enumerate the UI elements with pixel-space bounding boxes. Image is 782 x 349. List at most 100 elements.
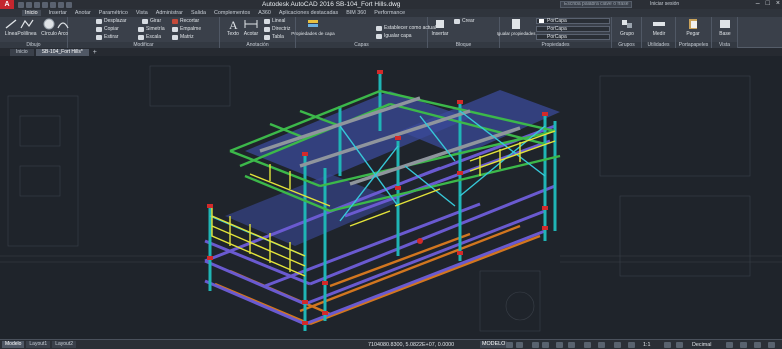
open-icon[interactable] <box>26 1 32 8</box>
measure-button[interactable]: Medir <box>648 18 670 37</box>
annotation-scale[interactable]: 1:1 <box>643 342 651 348</box>
drawing-viewport[interactable] <box>0 56 782 339</box>
coordinate-readout: 7104080.8300, 5.0822E+07, 0.0000 <box>368 342 455 348</box>
color-select-value: PorCapa <box>547 18 567 24</box>
grid-icon[interactable] <box>506 342 513 348</box>
new-icon[interactable] <box>18 1 24 8</box>
layout-tab-layout1[interactable]: Layout1 <box>26 341 51 348</box>
tab-bim360[interactable]: BIM 360 <box>346 10 366 16</box>
match-properties-icon <box>512 19 520 29</box>
layout-tab-model[interactable]: Modelo <box>2 341 25 348</box>
linetype-select[interactable]: PorCapa <box>536 26 610 32</box>
tab-vista[interactable]: Vista <box>136 10 148 16</box>
lineweight-select[interactable]: PorCapa <box>536 34 610 40</box>
workspace-gear-icon[interactable] <box>664 342 671 348</box>
quick-access-toolbar <box>18 1 72 8</box>
model-canvas[interactable] <box>0 56 782 339</box>
undo-icon[interactable] <box>58 1 64 8</box>
match-layer-button[interactable]: Igualar capa <box>376 33 412 39</box>
otrack-icon[interactable] <box>568 342 575 348</box>
circle-icon <box>43 18 55 30</box>
create-block-button[interactable]: Crear <box>454 18 475 24</box>
trim-button[interactable]: Recortar <box>172 18 199 24</box>
polyline-label: Polilínea <box>17 31 37 37</box>
lineweight-icon[interactable] <box>584 342 591 348</box>
tab-a360[interactable]: A360 <box>258 10 271 16</box>
close-icon[interactable]: × <box>776 0 780 7</box>
tab-parametrico[interactable]: Paramétrico <box>99 10 128 16</box>
dimension-button[interactable]: Acotar <box>240 18 262 37</box>
isolate-objects-icon[interactable] <box>740 342 747 348</box>
osnap-icon[interactable] <box>556 342 563 348</box>
selection-cycling-icon[interactable] <box>614 342 621 348</box>
login-link[interactable]: Iniciar sesión <box>650 1 679 7</box>
circle-label: Círculo <box>41 31 57 37</box>
save-as-icon[interactable] <box>42 1 48 8</box>
color-select[interactable]: PorCapa <box>536 18 610 24</box>
transparency-icon[interactable] <box>598 342 605 348</box>
snap-icon[interactable] <box>516 342 523 348</box>
insert-block-button[interactable]: Insertar <box>429 18 451 37</box>
tab-complementos[interactable]: Complementos <box>214 10 250 16</box>
quick-properties-icon[interactable] <box>726 342 733 348</box>
tab-administrar[interactable]: Administrar <box>156 10 183 16</box>
lineweight-select-value: PorCapa <box>547 34 567 40</box>
move-button[interactable]: Desplazar <box>96 18 127 24</box>
panel-portapapeles: Pegar Portapapeles <box>676 17 712 48</box>
copy-button[interactable]: Copiar <box>96 26 119 32</box>
annotation-monitor-icon[interactable] <box>676 342 683 348</box>
array-button[interactable]: Matriz <box>172 34 194 40</box>
fillet-button[interactable]: Empalme <box>172 26 201 32</box>
leader-icon <box>264 26 270 32</box>
paste-label: Pegar <box>686 31 700 37</box>
customize-menu-icon[interactable] <box>768 342 775 348</box>
polar-icon[interactable] <box>542 342 549 348</box>
base-button[interactable]: Base <box>714 18 736 37</box>
layout-tabs: Modelo Layout1 Layout2 <box>2 341 76 348</box>
doc-tab-drawing[interactable]: SB-104_Fort Hills* <box>35 49 89 56</box>
fullscreen-icon[interactable] <box>754 342 761 348</box>
set-current-button[interactable]: Establecer como actual <box>376 25 436 31</box>
application-menu-button[interactable]: A <box>0 0 14 9</box>
doc-tab-start[interactable]: Inicio <box>10 49 34 56</box>
model-space-button[interactable]: MODELO <box>480 341 508 348</box>
minimize-icon[interactable]: – <box>756 0 760 7</box>
rotate-button[interactable]: Girar <box>142 18 161 24</box>
scale-button[interactable]: Escala <box>138 34 161 40</box>
ortho-icon[interactable] <box>532 342 539 348</box>
match-properties-button[interactable]: Igualar propiedades <box>497 18 535 36</box>
plot-icon[interactable] <box>50 1 56 8</box>
redo-icon[interactable] <box>66 1 72 8</box>
leader-button[interactable]: Directriz <box>264 26 290 32</box>
match-layer-label: Igualar capa <box>384 33 412 39</box>
measure-icon <box>653 22 665 26</box>
paste-button[interactable]: Pegar <box>682 18 704 37</box>
layer-icon <box>308 20 318 27</box>
stretch-button[interactable]: Estirar <box>96 34 118 40</box>
linear-button[interactable]: Lineal <box>264 18 285 24</box>
scale-label: Escala <box>146 34 162 40</box>
save-icon[interactable] <box>34 1 40 8</box>
layout-tab-layout2[interactable]: Layout2 <box>52 341 76 348</box>
window-controls: – □ × <box>756 0 780 7</box>
layer-properties-button[interactable]: Propiedades de capa <box>291 18 335 36</box>
annotation-visibility-icon[interactable] <box>628 342 635 348</box>
tab-performance[interactable]: Performance <box>374 10 405 16</box>
search-input[interactable]: Escriba palabra clave o frase <box>560 1 632 8</box>
tab-aplicaciones[interactable]: Aplicaciones destacadas <box>279 10 338 16</box>
tab-salida[interactable]: Salida <box>191 10 206 16</box>
tab-inicio[interactable]: Inicio <box>22 10 41 16</box>
tab-insertar[interactable]: Insertar <box>49 10 67 16</box>
maximize-icon[interactable]: □ <box>766 0 770 7</box>
paste-icon <box>689 19 697 29</box>
mirror-button[interactable]: Simetría <box>138 26 165 32</box>
tab-anotar[interactable]: Anotar <box>75 10 91 16</box>
svg-text:A: A <box>229 18 238 30</box>
units-select[interactable]: Decimal <box>692 342 711 348</box>
base-label: Base <box>719 31 731 37</box>
arc-label: Arco <box>57 31 69 37</box>
table-button[interactable]: Tabla <box>264 34 284 40</box>
new-tab-icon[interactable]: + <box>91 49 99 56</box>
group-button[interactable]: Grupo <box>616 18 638 37</box>
polyline-button[interactable]: Polilínea <box>16 18 38 37</box>
